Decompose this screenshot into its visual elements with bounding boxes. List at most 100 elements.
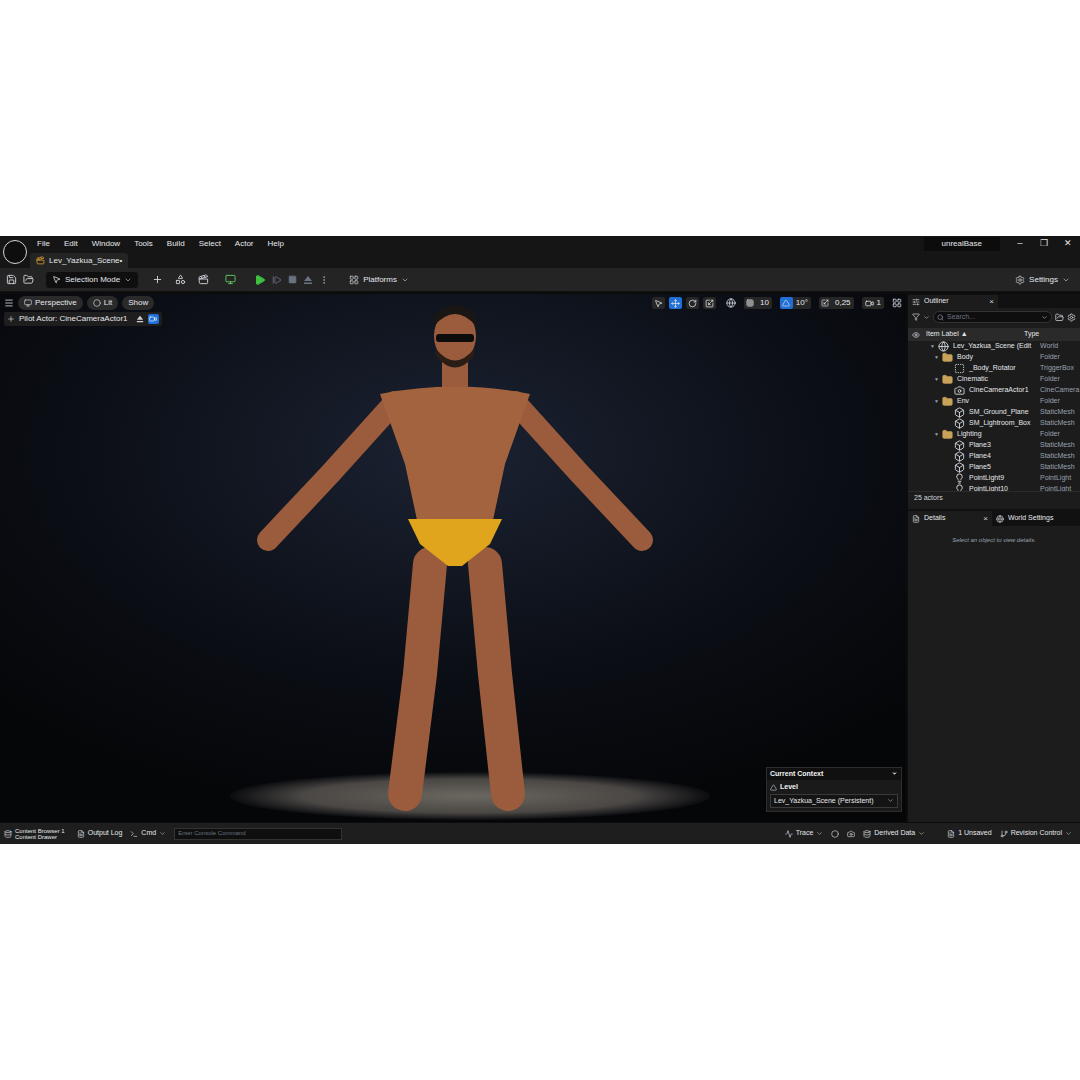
outliner-row[interactable]: PointLight10PointLight xyxy=(908,484,1080,491)
status-bar: Content Browser 1Content Drawer Output Lo… xyxy=(0,822,1080,844)
outliner-row[interactable]: Plane4StaticMesh xyxy=(908,451,1080,462)
new-folder-icon[interactable] xyxy=(1055,313,1064,322)
grid-snap-icon xyxy=(746,299,754,307)
folder-icon xyxy=(942,429,953,440)
current-context-panel: Current ContextLevelLev_Yazkua_Scene (Pe… xyxy=(766,767,902,813)
settings-button[interactable]: Settings xyxy=(1015,274,1070,286)
menu-item[interactable]: Select xyxy=(192,238,228,250)
mesh-icon xyxy=(954,407,965,418)
unsaved-button[interactable]: 1 Unsaved xyxy=(947,828,991,839)
trace-button[interactable]: Trace xyxy=(785,828,824,839)
unreal-logo-icon[interactable] xyxy=(0,236,30,268)
outliner-row[interactable]: ▼EnvFolder xyxy=(908,396,1080,407)
outliner-row[interactable]: Plane5StaticMesh xyxy=(908,462,1080,473)
chevron-icon xyxy=(124,276,132,284)
search-field[interactable]: Search... xyxy=(933,311,1052,323)
outliner-row[interactable]: ▼CinematicFolder xyxy=(908,374,1080,385)
scale-snap[interactable]: 0,25 xyxy=(819,297,854,309)
details-tab[interactable]: Details× xyxy=(908,511,992,526)
outliner-row[interactable]: Plane3StaticMesh xyxy=(908,440,1080,451)
screenshot-icon[interactable] xyxy=(847,830,855,838)
details-tab[interactable]: World Settings xyxy=(992,511,1076,526)
angle-snap[interactable]: 10° xyxy=(780,297,811,309)
outliner-row[interactable]: ▼BodyFolder xyxy=(908,352,1080,363)
cinematics-icon[interactable] xyxy=(198,274,209,285)
menu-item[interactable]: Window xyxy=(85,238,127,250)
context-dropdown[interactable]: Lev_Yazkua_Scene (Persistent) xyxy=(770,794,898,809)
level-tab[interactable]: Lev_Yazkua_Scene• xyxy=(30,253,128,268)
angle-snap-icon xyxy=(782,299,790,307)
window-control[interactable]: ✕ xyxy=(1056,237,1080,251)
menu-item[interactable]: File xyxy=(30,238,57,250)
outliner-tab[interactable]: Outliner× xyxy=(908,295,998,308)
move-icon xyxy=(671,299,680,308)
scale-snap-icon xyxy=(821,299,829,307)
layout-icon[interactable] xyxy=(892,298,902,308)
cmd-dropdown[interactable]: Cmd xyxy=(130,828,166,839)
chevron-icon[interactable] xyxy=(891,770,898,777)
outliner-row[interactable]: PointLight9PointLight xyxy=(908,473,1080,484)
platforms-button[interactable]: Platforms xyxy=(349,274,409,286)
outliner-row[interactable]: CineCameraActor1CineCamera xyxy=(908,385,1080,396)
menu-item[interactable]: Help xyxy=(261,238,291,250)
derived-data-icon xyxy=(863,830,871,838)
window-control[interactable]: ❐ xyxy=(1032,237,1056,251)
output-log-button[interactable]: Output Log xyxy=(77,828,123,839)
view-mode[interactable]: Perspective xyxy=(18,296,83,310)
outliner-row[interactable]: ▼Lev_Yazkua_Scene (EditWorld xyxy=(908,341,1080,352)
menu-icon[interactable] xyxy=(4,298,14,308)
save-icon[interactable] xyxy=(6,274,17,285)
lit-mode[interactable]: Lit xyxy=(87,296,118,310)
globe-icon[interactable] xyxy=(726,298,736,308)
outliner-row[interactable]: ▼LightingFolder xyxy=(908,429,1080,440)
camera-speed[interactable]: 1 xyxy=(862,297,884,309)
mesh-icon xyxy=(954,451,965,462)
scale-tool[interactable] xyxy=(703,297,716,309)
light-icon xyxy=(954,484,965,491)
monitor-icon[interactable] xyxy=(225,274,236,285)
window-control[interactable]: – xyxy=(1008,237,1032,251)
grid-snap[interactable]: 10 xyxy=(744,297,772,309)
derived-data-button[interactable]: Derived Data xyxy=(863,828,925,839)
play-icon[interactable] xyxy=(254,274,266,286)
camera-lock-icon[interactable] xyxy=(149,315,157,323)
close-tab[interactable]: × xyxy=(989,296,994,308)
more-icon[interactable] xyxy=(319,275,329,285)
blueprint-icon[interactable] xyxy=(175,274,186,285)
content-icon[interactable] xyxy=(23,274,34,285)
camera-icon xyxy=(954,385,965,396)
viewport-render[interactable] xyxy=(0,294,906,822)
select-tool[interactable] xyxy=(652,297,665,309)
eject-icon[interactable] xyxy=(303,275,313,285)
menu-item[interactable]: Actor xyxy=(228,238,261,250)
add-icon[interactable] xyxy=(152,274,163,285)
outliner-row[interactable]: _Body_RotatorTriggerBox xyxy=(908,363,1080,374)
cmd-icon xyxy=(130,830,138,838)
mesh-icon xyxy=(954,440,965,451)
menu-item[interactable]: Tools xyxy=(127,238,160,250)
console-input[interactable]: Enter Console Command xyxy=(174,828,342,840)
column-type[interactable]: Type xyxy=(1024,329,1039,340)
record-icon[interactable] xyxy=(831,830,839,838)
column-label[interactable]: Item Label ▲ xyxy=(926,329,1024,340)
rotate-tool[interactable] xyxy=(686,297,699,309)
close-tab[interactable]: × xyxy=(983,513,988,525)
content-drawer-button[interactable]: Content Browser 1Content Drawer xyxy=(4,828,65,840)
move-tool[interactable] xyxy=(669,297,682,309)
menu-item[interactable]: Edit xyxy=(57,238,85,250)
mesh-icon xyxy=(954,462,965,473)
mode-dropdown[interactable]: Selection Mode xyxy=(46,272,138,288)
stop-icon[interactable] xyxy=(288,275,297,284)
filter-icon[interactable] xyxy=(912,313,920,321)
gear-icon[interactable] xyxy=(1067,313,1076,322)
folder-icon xyxy=(942,352,953,363)
outliner-row[interactable]: SM_Ground_PlaneStaticMesh xyxy=(908,407,1080,418)
viewport: PerspectiveLitShow1010°0,251Pilot Actor:… xyxy=(0,294,906,822)
outliner-row[interactable]: SM_Lightroom_BoxStaticMesh xyxy=(908,418,1080,429)
step-icon[interactable] xyxy=(272,275,282,285)
menu-item[interactable]: Build xyxy=(160,238,192,250)
eject-icon[interactable] xyxy=(136,315,144,323)
revision-control-button[interactable]: Revision Control xyxy=(1000,828,1072,839)
trace-icon xyxy=(785,830,793,838)
show-menu[interactable]: Show xyxy=(122,296,154,310)
